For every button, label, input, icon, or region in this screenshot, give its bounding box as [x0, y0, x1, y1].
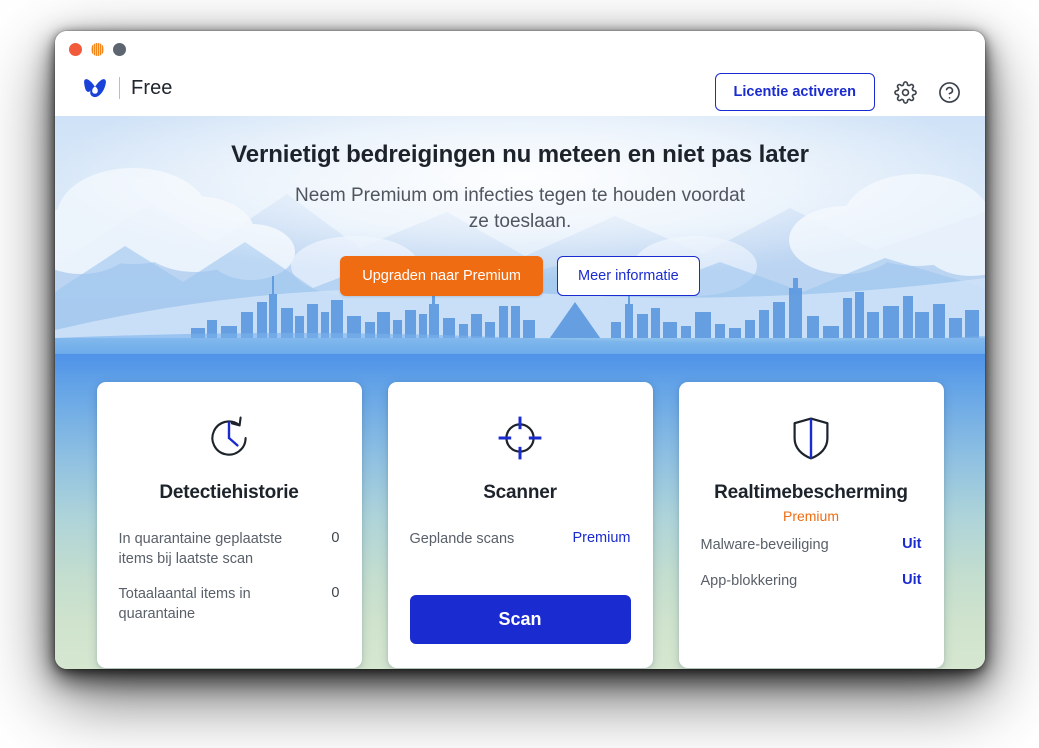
titlebar: Free Licentie activeren — [55, 31, 985, 116]
card-rows: In quarantaine geplaatste items bij laat… — [119, 530, 340, 624]
row-label: Totaalaantal items in quarantaine — [118, 586, 251, 622]
list-item: In quarantaine geplaatste items bij laat… — [119, 530, 340, 569]
card-title: Detectiehistorie — [159, 482, 299, 503]
row-label: Geplande scans — [409, 531, 515, 547]
card-rows: Geplande scans Premium — [410, 530, 631, 550]
clock-history-icon — [119, 402, 340, 474]
crosshair-target-icon — [410, 402, 631, 474]
row-value-toggle[interactable]: Uit — [902, 536, 921, 552]
list-item: Geplande scans Premium — [410, 530, 631, 550]
hero-subtitle-line-1: Neem Premium om infecties tegen te houde… — [295, 185, 745, 206]
row-label: Malware-beveiliging — [700, 537, 829, 553]
card-subtitle-premium-badge: Premium — [782, 508, 839, 524]
upgrade-to-premium-button[interactable]: Upgraden naar Premium — [340, 256, 544, 297]
row-value-premium-link[interactable]: Premium — [572, 530, 630, 546]
question-mark-circle-icon[interactable] — [935, 78, 963, 106]
scan-button[interactable]: Scan — [409, 595, 631, 644]
malwarebytes-m-logo-icon — [84, 79, 106, 98]
card-title: Realtimebescherming — [714, 482, 908, 503]
list-item: Totaalaantal items in quarantaine 0 — [119, 585, 340, 624]
window-controls — [69, 43, 126, 56]
desktop-backdrop: Free Licentie activeren Vernietigt bedre… — [0, 0, 1039, 748]
row-label: In quarantaine geplaatste items bij laat… — [118, 531, 283, 567]
titlebar-actions: Licentie activeren — [714, 73, 964, 111]
minimize-window-button[interactable] — [91, 43, 104, 56]
close-window-button[interactable] — [69, 43, 82, 56]
malwarebytes-app-window: Free Licentie activeren Vernietigt bedre… — [55, 31, 985, 669]
card-rows: Malware-beveiliging Uit App-blokkering U… — [701, 536, 922, 591]
promo-hero-banner: Vernietigt bedreigingen nu meteen en nie… — [55, 116, 985, 354]
hero-headline: Vernietigt bedreigingen nu meteen en nie… — [231, 141, 809, 168]
dashboard-cards: Detectiehistorie In quarantaine geplaats… — [55, 382, 985, 668]
dashboard-content: Detectiehistorie In quarantaine geplaats… — [55, 354, 985, 669]
edition-label: Free — [131, 76, 173, 99]
list-item: App-blokkering Uit — [701, 572, 922, 592]
brand-divider — [119, 77, 120, 99]
row-label: App-blokkering — [700, 572, 798, 589]
card-detection-history[interactable]: Detectiehistorie In quarantaine geplaats… — [96, 382, 362, 668]
row-value: 0 — [331, 585, 340, 602]
more-information-button[interactable]: Meer informatie — [557, 256, 700, 297]
card-real-time-protection[interactable]: Realtimebescherming Premium Malware-beve… — [678, 382, 944, 668]
hero-subtitle: Neem Premium om infecties tegen te houde… — [55, 183, 985, 234]
card-title: Scanner — [483, 482, 557, 503]
shield-icon — [701, 402, 922, 474]
row-value: 0 — [331, 530, 340, 546]
hero-buttons: Upgraden naar Premium Meer informatie — [55, 256, 985, 297]
card-scanner[interactable]: Scanner Geplande scans Premium Scan — [387, 382, 653, 668]
hero-copy: Vernietigt bedreigingen nu meteen en nie… — [55, 116, 985, 297]
list-item: Malware-beveiliging Uit — [701, 536, 922, 556]
brand: Free — [82, 75, 173, 101]
hero-subtitle-line-2: ze toeslaan. — [468, 210, 572, 232]
gear-icon[interactable] — [891, 78, 919, 106]
row-value-toggle[interactable]: Uit — [902, 572, 921, 588]
maximize-window-button[interactable] — [113, 43, 126, 56]
activate-license-button[interactable]: Licentie activeren — [714, 73, 875, 111]
